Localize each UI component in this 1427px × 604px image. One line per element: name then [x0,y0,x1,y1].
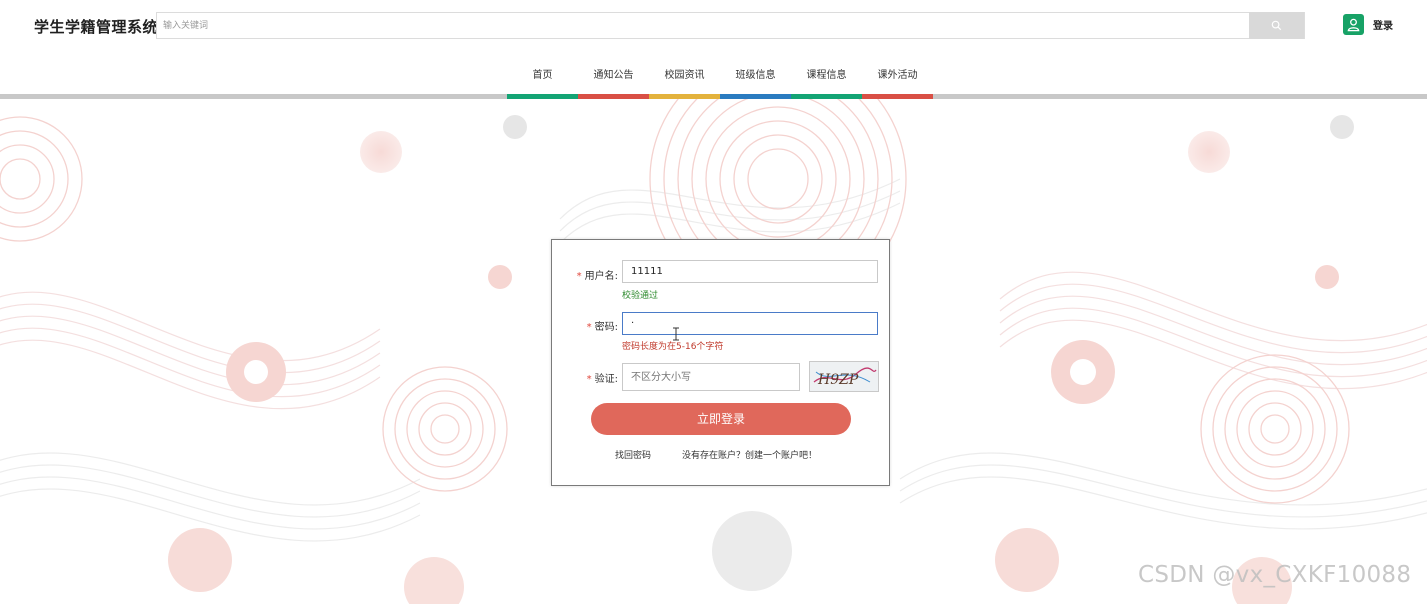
username-label: * 用户名: [576,271,618,282]
header-login-link[interactable]: 登录 [1343,14,1393,35]
captcha-image[interactable]: H9ZP [809,361,879,392]
nav-label: 首页 [532,70,553,81]
nav-label: 班级信息 [735,70,776,81]
watermark: CSDN @vx_CXKF10088 [1138,562,1412,588]
search-box [156,12,1305,39]
search-icon [1271,20,1282,31]
required-mark: * [586,374,592,385]
user-icon [1343,14,1364,35]
nav-label: 课程信息 [806,70,847,81]
register-link[interactable]: 没有存在账户？创建一个账户吧！ [682,448,817,461]
nav-item-activities[interactable]: 课外活动 [862,62,933,99]
login-submit-button[interactable]: 立即登录 [591,403,851,435]
top-bar: 学生学籍管理系统 登录 [0,0,1427,52]
nav-item-class-info[interactable]: 班级信息 [720,62,791,99]
text-cursor-icon [673,327,679,341]
nav-item-campus-news[interactable]: 校园资讯 [649,62,720,99]
username-field[interactable]: 11111 [622,260,878,283]
verify-label: * 验证: [586,374,618,385]
nav-label: 通知公告 [593,70,634,81]
nav-label: 课外活动 [877,70,918,81]
search-input[interactable] [157,13,1251,38]
header-login-label: 登录 [1373,21,1393,32]
nav-item-home[interactable]: 首页 [507,62,578,99]
nav-item-course-info[interactable]: 课程信息 [791,62,862,99]
search-button[interactable] [1249,12,1304,39]
required-mark: * [586,322,592,333]
captcha-text: H9ZP [817,372,859,388]
login-card: * 用户名: 11111 校验通过 * 密码: · 密码长度为在5-16个字符 * 验… [551,239,890,486]
forgot-password-link[interactable]: 找回密码 [615,448,651,461]
site-title: 学生学籍管理系统 [34,18,159,36]
main-nav: 首页 通知公告 校园资讯 班级信息 课程信息 课外活动 [507,62,933,99]
required-mark: * [576,271,582,282]
password-label: * 密码: [586,322,618,333]
password-field[interactable]: · [622,312,878,335]
captcha-input[interactable] [622,363,800,391]
nav-label: 校园资讯 [664,70,705,81]
nav-item-notices[interactable]: 通知公告 [578,62,649,99]
username-valid-message: 校验通过 [622,291,659,301]
